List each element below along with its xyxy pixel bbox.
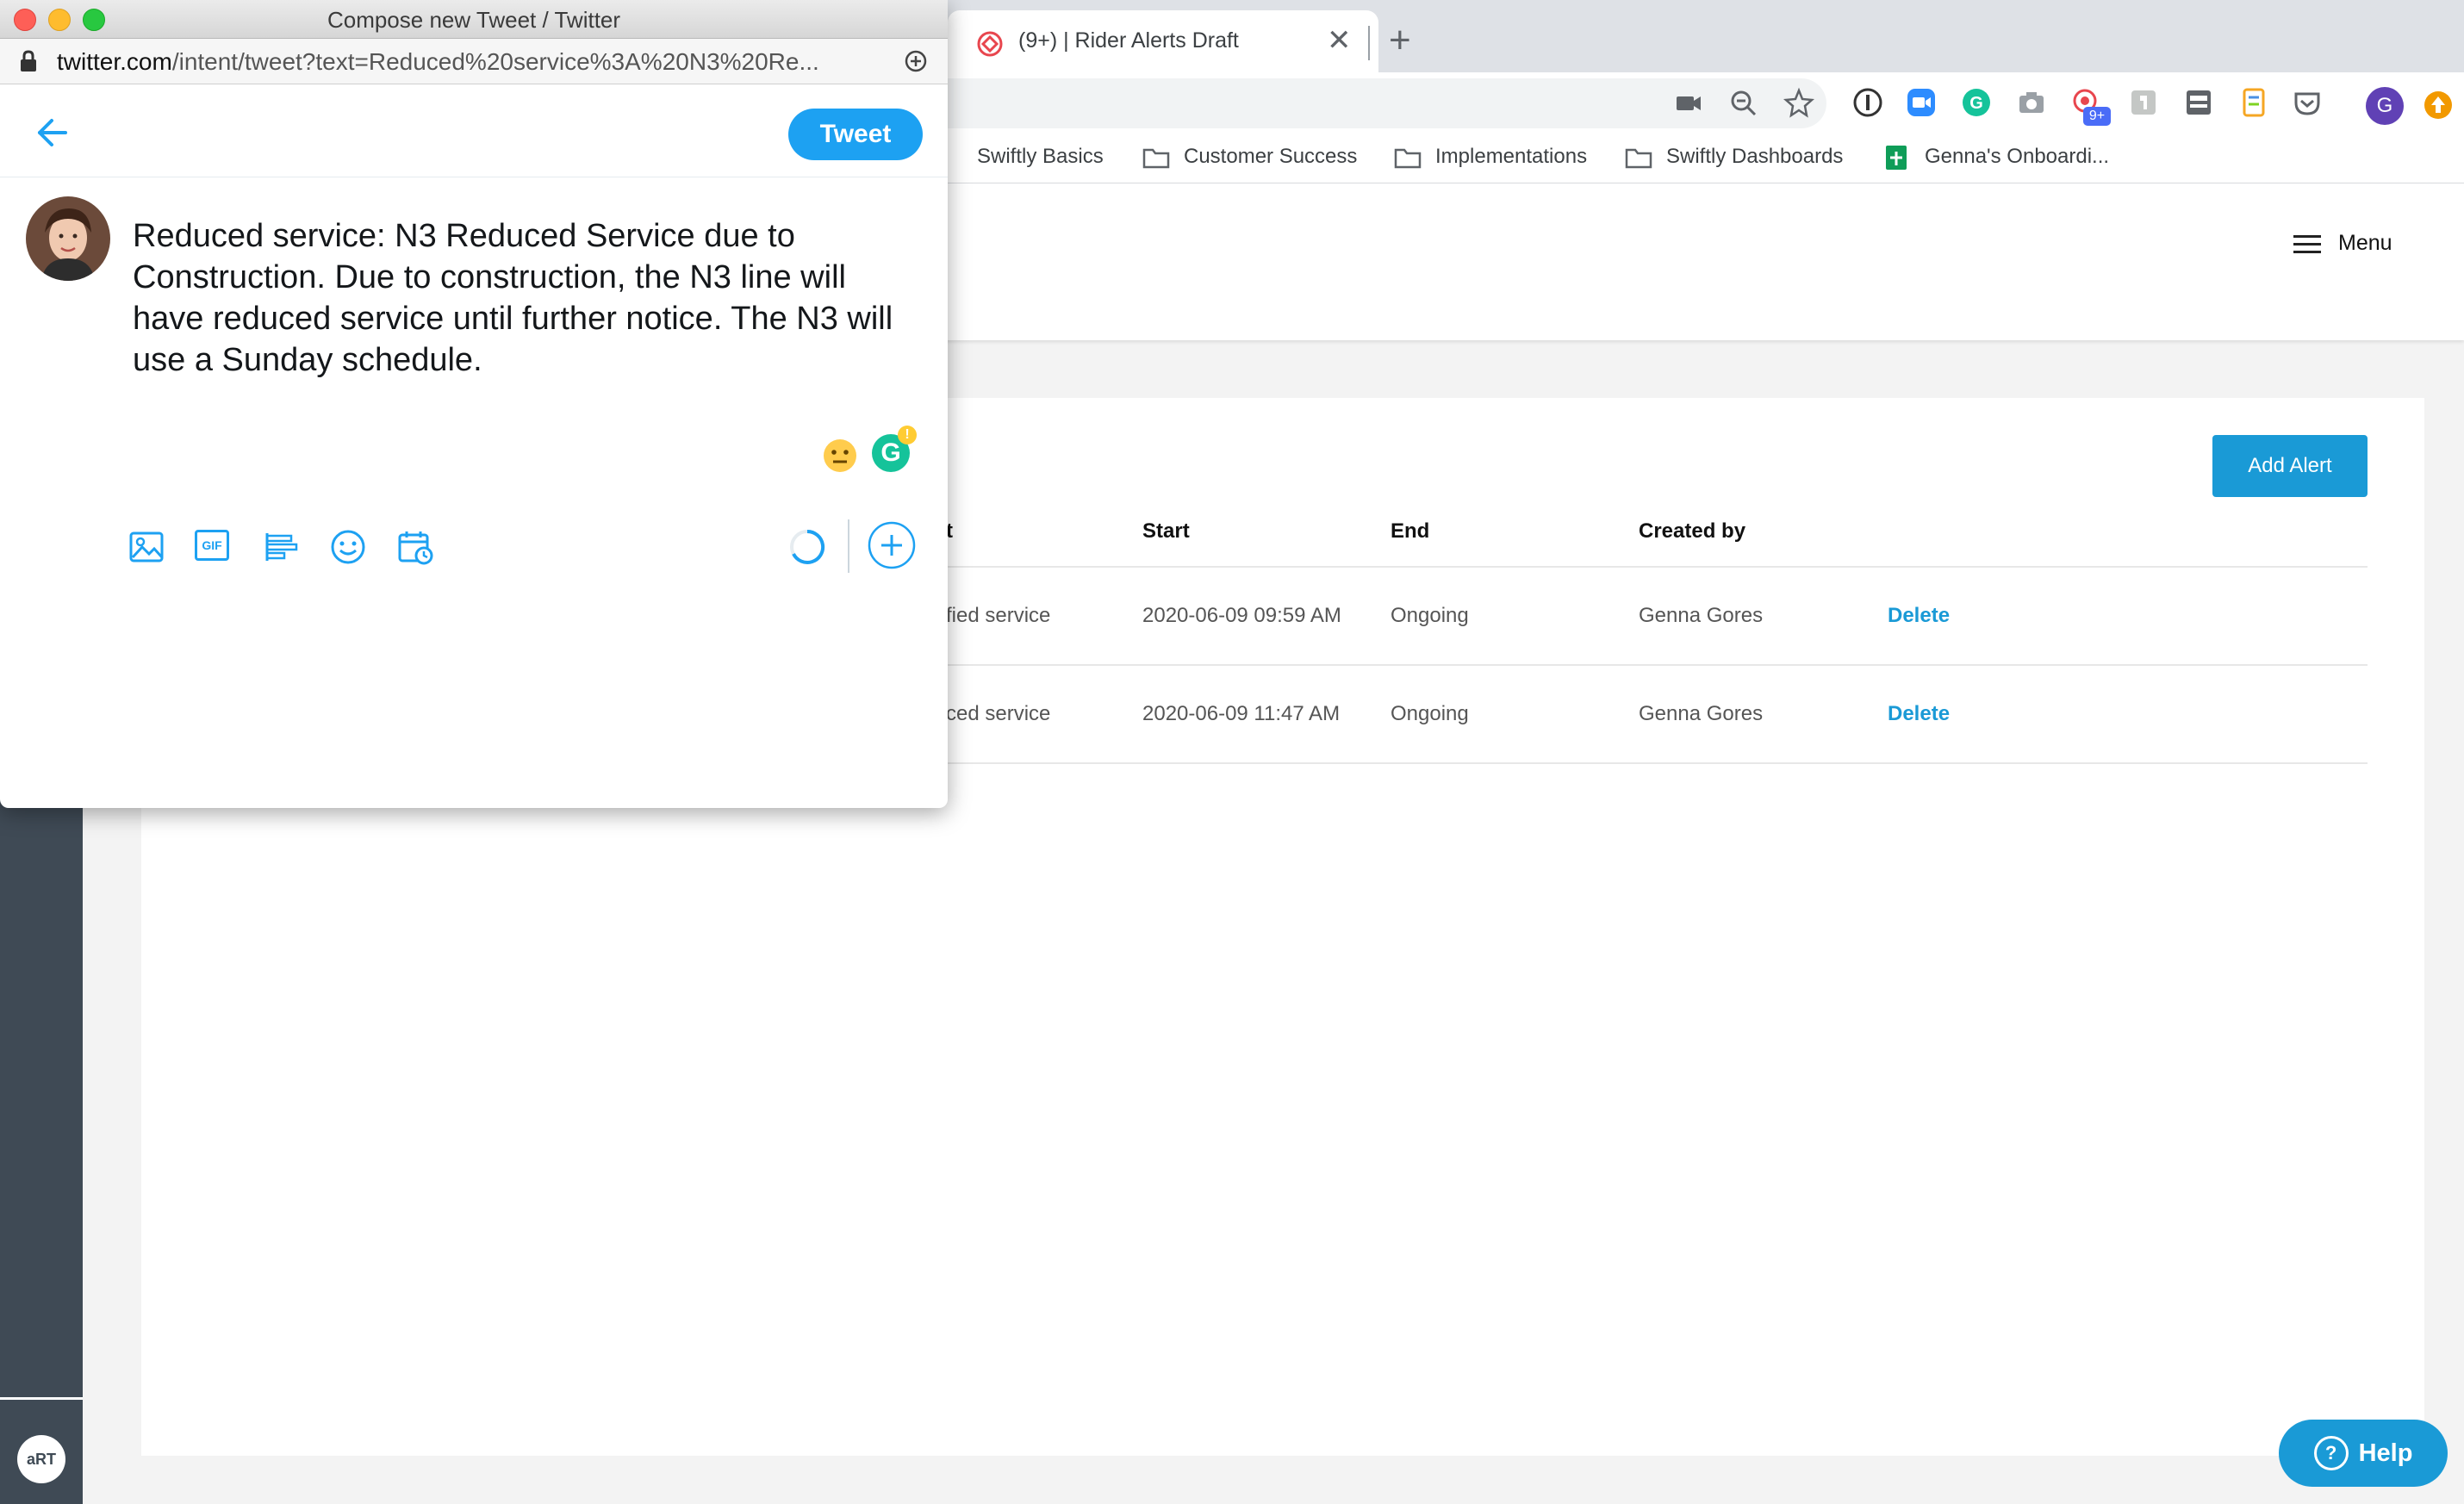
- folder-icon: [1394, 148, 1422, 169]
- lock-icon: [21, 50, 36, 71]
- tweet-button[interactable]: Tweet: [788, 109, 923, 160]
- popup-url[interactable]: twitter.com/intent/tweet?text=Reduced%20…: [57, 48, 875, 76]
- help-button[interactable]: ? Help: [2279, 1420, 2448, 1487]
- emoji-icon[interactable]: [329, 528, 367, 566]
- table-divider: [905, 762, 2368, 764]
- bookmark-swiftly-basics[interactable]: Swiftly Basics: [977, 145, 1104, 169]
- cell-start: 2020-06-09 09:59 AM: [1142, 604, 1341, 627]
- new-tab-button[interactable]: +: [1389, 19, 1411, 62]
- help-label: Help: [2358, 1439, 2413, 1467]
- cell-start: 2020-06-09 11:47 AM: [1142, 702, 1341, 725]
- column-header-created-by: Created by: [1639, 519, 1746, 543]
- zoom-ext-icon[interactable]: [1906, 87, 1937, 118]
- folder-icon: [1142, 148, 1170, 169]
- bookmark-implementations[interactable]: Implementations: [1435, 145, 1587, 169]
- table-divider: [905, 566, 2368, 568]
- add-alert-button[interactable]: Add Alert: [2212, 435, 2368, 497]
- extension-badge: 9+: [2083, 107, 2111, 126]
- add-tweet-button[interactable]: [867, 520, 917, 570]
- user-avatar[interactable]: [26, 196, 110, 281]
- cell-alert: ced service: [946, 702, 1051, 725]
- profile-avatar[interactable]: G: [2366, 87, 2404, 125]
- folder-icon: [1625, 148, 1652, 169]
- sidebar-divider: [0, 1397, 83, 1400]
- inspector-ext-icon[interactable]: [2183, 87, 2214, 118]
- question-icon: ?: [2313, 1436, 2349, 1470]
- gif-icon[interactable]: GIF: [195, 530, 229, 561]
- tweet-textarea[interactable]: Reduced service: N3 Reduced Service due …: [133, 215, 917, 381]
- 1password-icon[interactable]: [1852, 87, 1883, 118]
- menu-button[interactable]: Menu: [2338, 231, 2392, 256]
- url-path: /intent/tweet?text=Reduced%20service%3A%…: [171, 48, 819, 75]
- back-arrow-icon[interactable]: [34, 117, 71, 148]
- column-header-end: End: [1391, 519, 1430, 543]
- cell-end: Ongoing: [1391, 702, 1469, 725]
- delete-link[interactable]: Delete: [1888, 702, 1950, 726]
- pocket-icon[interactable]: [2292, 87, 2323, 118]
- cell-created-by: Genna Gores: [1639, 702, 1764, 725]
- svg-text:G: G: [1969, 94, 1983, 113]
- character-count-ring: [790, 529, 825, 564]
- bookmark-customer-success[interactable]: Customer Success: [1184, 145, 1357, 169]
- tab-separator: [1368, 26, 1370, 60]
- schedule-icon[interactable]: [396, 528, 434, 566]
- bookmark-star-icon[interactable]: [1782, 86, 1816, 121]
- column-header-start: Start: [1142, 519, 1190, 543]
- camera-off-icon[interactable]: [1671, 86, 1706, 121]
- cell-alert: fied service: [946, 604, 1051, 627]
- cell-created-by: Genna Gores: [1639, 604, 1764, 627]
- screenshot-icon[interactable]: [2016, 87, 2047, 118]
- window-title: Compose new Tweet / Twitter: [327, 7, 621, 33]
- agency-logo[interactable]: aRT: [17, 1435, 65, 1483]
- compose-tweet-window: Compose new Tweet / Twitter twitter.com/…: [0, 0, 948, 808]
- toolbar-divider: [848, 519, 849, 573]
- zoom-in-icon[interactable]: [903, 48, 929, 74]
- bookmark-swiftly-dashboards[interactable]: Swiftly Dashboards: [1666, 145, 1843, 169]
- hamburger-menu-icon[interactable]: [2292, 233, 2323, 257]
- swiftly-favicon-icon: [977, 31, 1003, 57]
- bookmark-gennas-onboarding[interactable]: Genna's Onboardi...: [1925, 145, 2109, 169]
- puzzle-ext-icon[interactable]: [2128, 87, 2159, 118]
- url-host: twitter.com: [57, 48, 172, 75]
- update-icon[interactable]: [2421, 88, 2455, 122]
- grammarly-alert-badge: !: [898, 426, 917, 444]
- grammarly-ext-icon[interactable]: G: [1961, 87, 1992, 118]
- notes-ext-icon[interactable]: [2238, 87, 2269, 118]
- google-sheets-icon: [1886, 146, 1907, 170]
- neutral-face-emoji-icon: [824, 439, 856, 472]
- poll-icon[interactable]: [262, 528, 300, 566]
- image-icon[interactable]: [128, 528, 165, 566]
- delete-link[interactable]: Delete: [1888, 604, 1950, 628]
- tab-close-icon[interactable]: ✕: [1327, 23, 1352, 58]
- zoom-icon[interactable]: [1727, 86, 1761, 121]
- tab-title: (9+) | Rider Alerts Draft: [1018, 28, 1239, 53]
- table-divider: [905, 664, 2368, 666]
- cell-end: Ongoing: [1391, 604, 1469, 627]
